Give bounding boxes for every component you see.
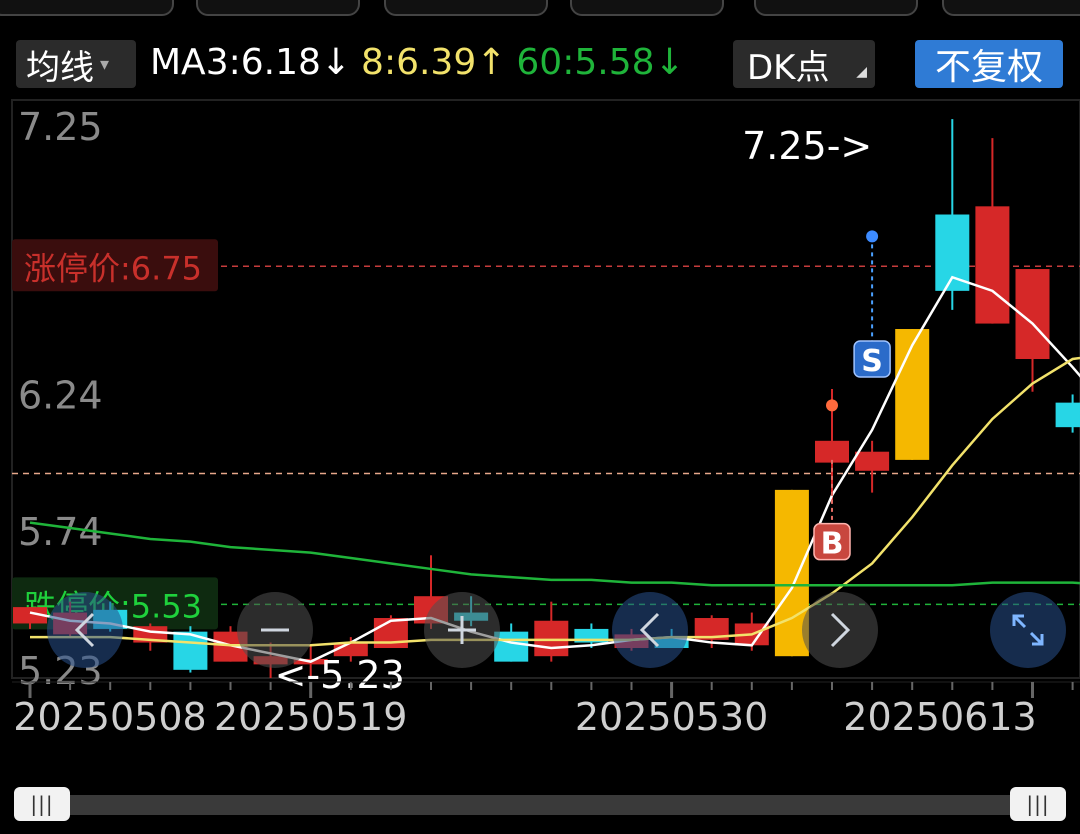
y-tick-label: 7.25 — [18, 105, 103, 149]
ma-legend: MA3:6.18↓ 8:6.39↑ 60:5.58↓ — [150, 42, 695, 83]
buy-signal-label: B — [821, 527, 844, 562]
overlay-button-bg — [802, 592, 878, 668]
sell-signal-label: S — [861, 344, 883, 379]
kline-chart[interactable]: 7.256.756.245.745.23涨停价:6.75跌停价:5.537.25… — [0, 96, 1080, 780]
candle-body — [534, 620, 569, 657]
top-tab-stub-5[interactable] — [754, 0, 918, 16]
dk-points-label: DK点 — [747, 47, 830, 88]
candle-body — [1055, 402, 1080, 428]
zoom-out-button[interactable] — [237, 592, 313, 668]
top-tab-stub-2[interactable] — [196, 0, 360, 16]
scrollbar-left-handle[interactable]: ||| — [14, 787, 70, 821]
x-tick-label: 20250613 — [843, 695, 1036, 739]
candle-body — [975, 206, 1010, 324]
price-adjust-button[interactable]: 不复权 — [915, 40, 1063, 88]
candle — [895, 329, 930, 460]
top-tab-stub-3[interactable] — [384, 0, 548, 16]
chart-scrollbar[interactable]: ||| ||| — [14, 787, 1066, 821]
limit-up-label: 涨停价:6.75 — [24, 249, 202, 287]
ma60-value: 60:5.58↓ — [516, 42, 685, 83]
top-tab-stub-4[interactable] — [570, 0, 724, 16]
top-tab-stub-6[interactable] — [942, 0, 1080, 16]
x-tick-label: 20250508 — [13, 695, 206, 739]
dropdown-caret-icon: ▾ — [100, 53, 110, 75]
sell-signal-dot — [866, 230, 879, 243]
candle — [975, 138, 1010, 324]
price-adjust-label: 不复权 — [934, 47, 1043, 88]
fullscreen-button[interactable] — [990, 592, 1066, 668]
ma-line-ma60 — [29, 521, 1080, 587]
candle — [1015, 269, 1050, 392]
candle-body — [855, 451, 890, 471]
indicator-select-label: 均线 — [26, 47, 94, 88]
step-back-button[interactable] — [612, 592, 688, 668]
scrollbar-right-handle[interactable]: ||| — [1010, 787, 1066, 821]
indicator-select[interactable]: 均线 ▾ — [16, 40, 136, 88]
step-forward-button[interactable] — [802, 592, 878, 668]
scroll-left-button[interactable] — [47, 592, 123, 668]
overlay-button-bg — [47, 592, 123, 668]
x-tick-label: 20250530 — [575, 695, 768, 739]
overlay-button-bg — [990, 592, 1066, 668]
overlay-button-bg — [612, 592, 688, 668]
candle — [1055, 394, 1080, 433]
max-price-annotation: 7.25-> — [742, 124, 872, 168]
ma3-value: MA3:6.18↓ — [150, 42, 352, 83]
y-tick-label: 6.24 — [18, 373, 103, 417]
candle-body — [815, 440, 849, 463]
top-tab-stub-1[interactable] — [0, 0, 174, 16]
zoom-in-button[interactable] — [424, 592, 500, 668]
x-tick-label: 20250519 — [214, 695, 407, 739]
ma8-value: 8:6.39↑ — [361, 42, 507, 83]
corner-triangle-icon: ◢ — [856, 64, 867, 80]
scrollbar-track — [14, 795, 1066, 815]
buy-signal-dot — [826, 399, 838, 412]
candle — [534, 601, 569, 662]
chart-toolbar: 均线 ▾ MA3:6.18↓ 8:6.39↑ 60:5.58↓ DK点 ◢ 不复权 — [0, 36, 1080, 94]
candle — [133, 623, 168, 651]
candle-body — [895, 329, 930, 460]
dk-points-button[interactable]: DK点 ◢ — [733, 40, 875, 88]
